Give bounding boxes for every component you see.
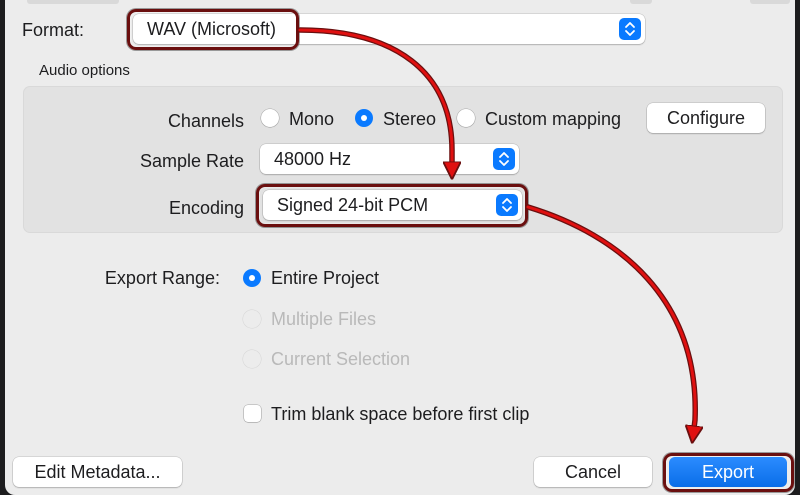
top-edge-segment xyxy=(750,0,790,4)
top-edge-segment xyxy=(27,0,119,4)
sample-rate-popup[interactable]: 48000 Hz xyxy=(260,144,519,174)
chevron-updown-icon xyxy=(493,148,515,170)
channel-stereo-label: Stereo xyxy=(383,109,437,129)
channels-label: Channels xyxy=(167,111,244,131)
export-multiple-files-radio xyxy=(243,310,261,328)
chevron-updown-icon xyxy=(619,18,641,40)
channel-stereo-radio[interactable] xyxy=(355,109,373,127)
sample-rate-value: 48000 Hz xyxy=(274,149,352,169)
configure-button[interactable]: Configure xyxy=(647,103,765,133)
channel-mono-label: Mono xyxy=(289,109,335,129)
trim-blank-space-label: Trim blank space before first clip xyxy=(271,404,530,424)
export-audio-dialog: Format: WAV (Microsoft) Audio options Ch… xyxy=(5,0,795,495)
channel-custom-mapping-radio[interactable] xyxy=(457,109,475,127)
export-entire-project-label: Entire Project xyxy=(271,268,380,288)
export-highlight-box xyxy=(663,453,794,492)
channel-mono-radio[interactable] xyxy=(261,109,279,127)
top-edge-segment xyxy=(630,0,652,4)
export-range-label: Export Range: xyxy=(104,268,220,288)
encoding-highlight-box xyxy=(256,184,528,227)
trim-blank-space-checkbox[interactable] xyxy=(244,405,261,422)
export-entire-project-radio[interactable] xyxy=(243,269,261,287)
channel-custom-mapping-label: Custom mapping xyxy=(485,109,622,129)
export-current-selection-radio xyxy=(243,350,261,368)
export-current-selection-label: Current Selection xyxy=(271,349,411,369)
top-edge xyxy=(5,0,795,6)
format-label: Format: xyxy=(22,20,85,40)
format-highlight-box xyxy=(127,9,299,50)
encoding-label: Encoding xyxy=(168,198,244,218)
export-multiple-files-label: Multiple Files xyxy=(271,309,377,329)
cancel-button[interactable]: Cancel xyxy=(534,457,652,487)
edit-metadata-button[interactable]: Edit Metadata... xyxy=(13,457,182,487)
sample-rate-label: Sample Rate xyxy=(139,151,244,171)
audio-options-title: Audio options xyxy=(39,62,130,79)
